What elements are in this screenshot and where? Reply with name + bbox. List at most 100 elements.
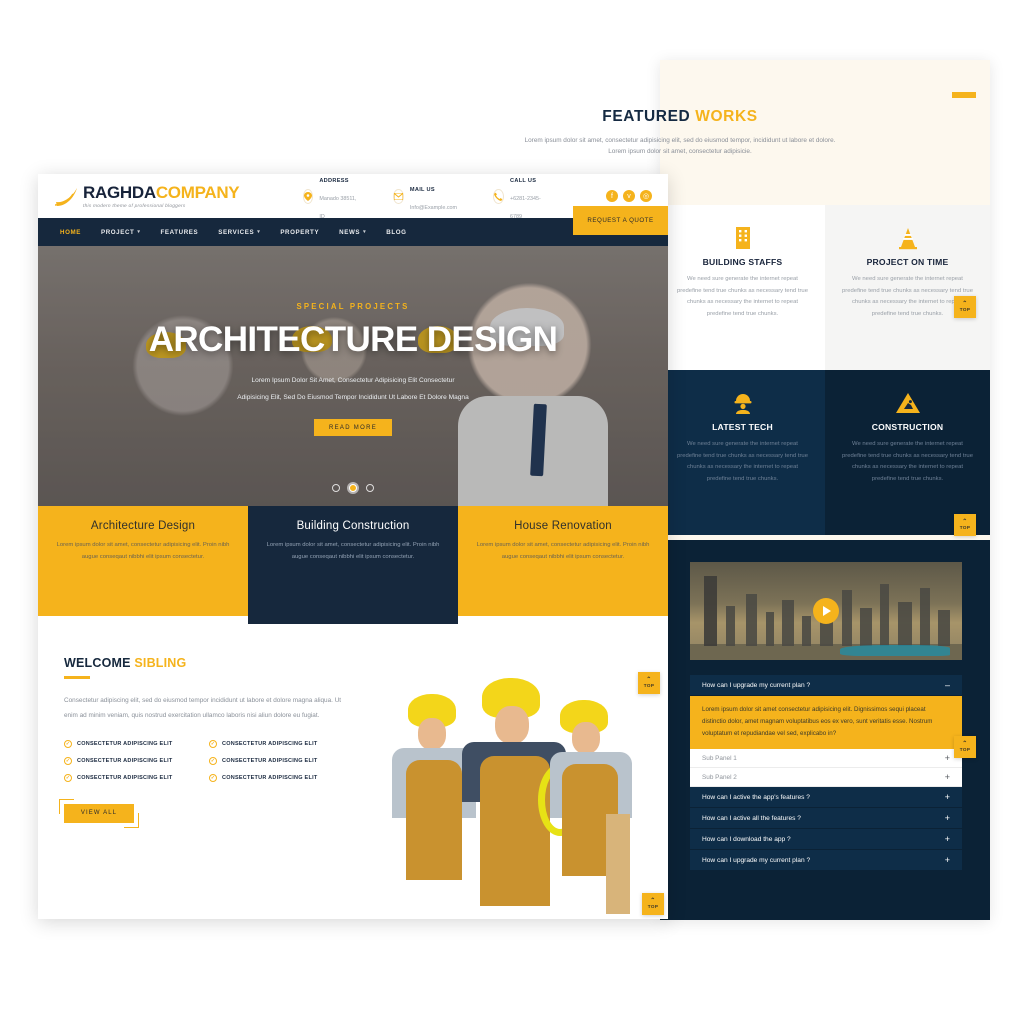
skyline-building — [842, 590, 852, 646]
feature-card-construction[interactable]: CONSTRUCTION We need sure generate the i… — [825, 370, 990, 535]
feature-card-project-on-time[interactable]: PROJECT ON TIME We need sure generate th… — [825, 205, 990, 370]
skyline-building — [766, 612, 774, 646]
nav-item-news[interactable]: NEWS ▾ — [339, 229, 366, 236]
checklist-item: ✓ CONSECTETUR ADIPISCING ELIT — [64, 756, 209, 765]
slider-dot-2[interactable] — [349, 484, 357, 492]
construction-sign-icon — [839, 388, 976, 418]
faq-item[interactable]: How can I upgrade my current plan ? – — [690, 675, 962, 696]
welcome-title-accent: SIBLING — [134, 656, 187, 670]
nav-item-services[interactable]: SERVICES ▾ — [218, 229, 260, 236]
contact-value: Manado 38511, ID — [319, 196, 357, 220]
website-preview-panel: RAGHDACOMPANY this modern theme of profe… — [38, 174, 668, 919]
checklist-item: ✓ CONSECTETUR ADIPISCING ELIT — [209, 773, 354, 782]
welcome-paragraph: Consectetur adipiscing elit, sed do eius… — [64, 696, 342, 719]
faq-item[interactable]: How can I active the app's features ? + — [690, 787, 962, 809]
faq-subpanel[interactable]: Sub Panel 2 + — [690, 768, 962, 788]
check-circle-icon: ✓ — [64, 739, 72, 748]
service-card-house-renovation[interactable]: House Renovation Lorem ipsum dolor sit a… — [458, 506, 668, 616]
card-text: Lorem ipsum dolor sit amet, consectetur … — [476, 542, 650, 561]
hero-subtitle-line1: Lorem Ipsum Dolor Sit Amet, Consectetur … — [251, 377, 455, 384]
collapse-icon[interactable]: – — [945, 680, 950, 690]
skyline-building — [802, 616, 811, 646]
expand-icon[interactable]: + — [945, 792, 950, 802]
faq-answer: Lorem ipsum dolor sit amet consectetur a… — [690, 696, 962, 750]
construction-workers-photo — [378, 664, 668, 914]
contact-call[interactable]: CALL US +6281-2345-6789 — [493, 169, 548, 223]
feature-grid: BUILDING STAFFS We need sure generate th… — [660, 205, 990, 535]
faq-question: How can I upgrade my current plan ? — [702, 856, 811, 864]
service-cards: Architecture Design Lorem ipsum dolor si… — [38, 506, 668, 624]
social-links: f ᴠ ◎ — [606, 190, 652, 202]
scroll-to-top-button[interactable]: ⌃ TOP — [954, 736, 976, 758]
expand-icon[interactable]: + — [945, 753, 950, 763]
checklist-label: CONSECTETUR ADIPISCING ELIT — [77, 774, 173, 781]
checklist-item: ✓ CONSECTETUR ADIPISCING ELIT — [209, 739, 354, 748]
hero-slider: SPECIAL PROJECTS ARCHITECTURE DESIGN Lor… — [38, 246, 668, 506]
faq-item[interactable]: How can I upgrade my current plan ? + — [690, 850, 962, 872]
scroll-to-top-button[interactable]: ⌃ TOP — [642, 893, 664, 915]
request-quote-button[interactable]: REQUEST A QUOTE — [573, 206, 668, 235]
nav-item-project[interactable]: PROJECT ▾ — [101, 229, 141, 236]
skyline-building — [782, 600, 794, 646]
card-title: Architecture Design — [90, 520, 196, 532]
city-video-thumbnail[interactable] — [690, 562, 962, 660]
feature-card-latest-tech[interactable]: LATEST TECH We need sure generate the in… — [660, 370, 825, 535]
view-all-button[interactable]: VIEW ALL — [59, 798, 139, 828]
contact-value: +6281-2345-6789 — [510, 196, 541, 220]
slider-dots — [38, 484, 668, 492]
slider-dot-1[interactable] — [332, 484, 340, 492]
chevron-down-icon: ▾ — [363, 229, 367, 235]
welcome-title-main: WELCOME — [64, 656, 131, 670]
subpanel-label: Sub Panel 1 — [702, 754, 737, 762]
scroll-top-label: TOP — [643, 683, 655, 688]
twitter-icon[interactable]: ᴠ — [623, 190, 635, 202]
nav-label: HOME — [60, 228, 81, 236]
chevron-down-icon: ▾ — [137, 229, 141, 235]
envelope-icon — [392, 188, 404, 204]
phone-icon — [493, 188, 505, 204]
nav-item-features[interactable]: FEATURES — [161, 229, 199, 236]
nav-item-blog[interactable]: BLOG — [386, 229, 406, 236]
water — [840, 645, 950, 656]
nav-item-property[interactable]: PROPERTY — [280, 229, 319, 236]
traffic-cone-icon — [839, 223, 976, 253]
contact-value: Info@Example.com — [409, 205, 458, 211]
worker-icon — [674, 388, 811, 418]
facebook-icon[interactable]: f — [606, 190, 618, 202]
slider-dot-3[interactable] — [366, 484, 374, 492]
feature-card-building-staffs[interactable]: BUILDING STAFFS We need sure generate th… — [660, 205, 825, 370]
read-more-button[interactable]: READ MORE — [314, 419, 392, 437]
hero-subtitle-line2: Adipisicing Elit, Sed Do Eiusmod Tempor … — [237, 394, 469, 402]
feature-text: We need sure generate the internet repea… — [677, 441, 808, 482]
service-card-building-construction[interactable]: Building Construction Lorem ipsum dolor … — [248, 506, 458, 624]
nav-item-home[interactable]: HOME — [60, 229, 81, 236]
faq-item[interactable]: How can I download the app ? + — [690, 829, 962, 851]
scroll-top-label: TOP — [959, 747, 971, 752]
scroll-to-top-button[interactable]: ⌃ TOP — [954, 296, 976, 318]
nav-label: BLOG — [386, 228, 407, 236]
feature-title: CONSTRUCTION — [871, 422, 944, 432]
expand-icon[interactable]: + — [945, 855, 950, 865]
scroll-top-label: TOP — [647, 904, 659, 909]
faq-item[interactable]: How can I active all the features ? + — [690, 808, 962, 830]
contact-mail[interactable]: MAIL US Info@Example.com — [392, 178, 461, 214]
expand-icon[interactable]: + — [945, 834, 950, 844]
faq-accordion: How can I upgrade my current plan ? – Lo… — [690, 675, 962, 872]
featured-subtitle: Lorem ipsum dolor sit amet, consectetur … — [524, 137, 836, 156]
expand-icon[interactable]: + — [945, 772, 950, 782]
checklist-item: ✓ CONSECTETUR ADIPISCING ELIT — [64, 773, 209, 782]
instagram-icon[interactable]: ◎ — [640, 190, 652, 202]
building-icon — [674, 223, 811, 253]
play-icon[interactable] — [813, 598, 839, 624]
faq-subpanel[interactable]: Sub Panel 1 + — [690, 749, 962, 769]
expand-icon[interactable]: + — [945, 813, 950, 823]
scroll-to-top-button[interactable]: ⌃ TOP — [638, 672, 660, 694]
site-logo[interactable]: RAGHDACOMPANY this modern theme of profe… — [54, 184, 240, 209]
contact-address[interactable]: ADDRESS Manado 38511, ID — [303, 169, 361, 223]
nav-label: PROJECT — [100, 228, 135, 236]
service-card-architecture-design[interactable]: Architecture Design Lorem ipsum dolor si… — [38, 506, 248, 616]
contact-label: CALL US — [510, 178, 537, 184]
card-title: House Renovation — [514, 520, 612, 532]
title-main: FEATURED — [602, 108, 691, 125]
scroll-to-top-button[interactable]: ⌃ TOP — [954, 514, 976, 536]
